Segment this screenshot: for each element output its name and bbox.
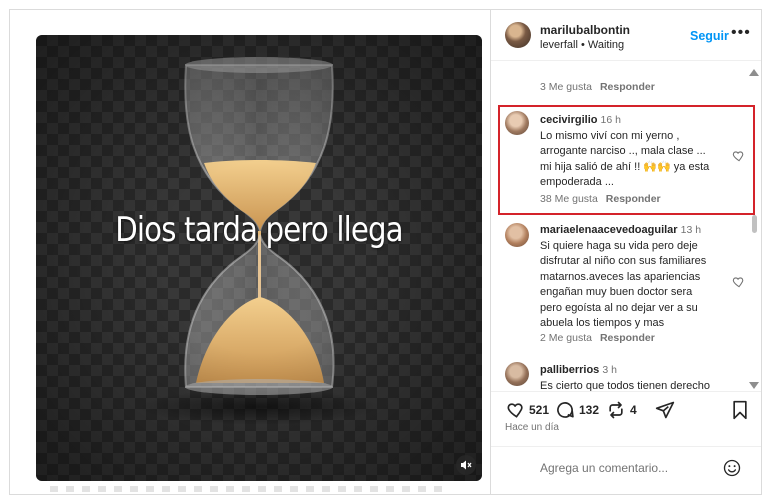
post-actions-bar: 521 132 4: [491, 394, 761, 424]
comment-time: 13 h: [680, 224, 702, 236]
scroll-down-arrow[interactable]: [749, 382, 759, 389]
comments-panel: marilubalbontin leverfall • Waiting Segu…: [490, 10, 761, 494]
mute-button[interactable]: [456, 455, 476, 475]
commenter-username[interactable]: palliberrios: [540, 364, 599, 376]
repost-icon[interactable]: [606, 400, 626, 420]
comment-time: 3 h: [602, 364, 617, 376]
reply-button[interactable]: Responder: [606, 193, 661, 205]
media-area: Dios tarda pero llega: [10, 10, 490, 494]
comment-text: Lo mismo viví con mi yerno , arrogante n…: [540, 129, 710, 189]
audio-label[interactable]: leverfall • Waiting: [540, 39, 624, 51]
likes-count[interactable]: 521: [529, 403, 549, 417]
follow-button[interactable]: Seguir: [690, 29, 729, 43]
comment-body: palliberrios 3 h Es cierto que todos tie…: [540, 363, 715, 391]
reply-button[interactable]: Responder: [600, 81, 655, 93]
comment-body: cecivirgilio 16 h Lo mismo viví con mi y…: [540, 113, 715, 191]
divider: [491, 391, 761, 392]
comment-meta: 2 Me gusta Responder: [540, 332, 655, 344]
comment-icon[interactable]: [555, 400, 575, 420]
commenter-avatar[interactable]: [505, 362, 529, 386]
post-modal: Dios tarda pero llega marilubalbontin le…: [9, 9, 762, 495]
share-action[interactable]: [655, 400, 675, 420]
heart-icon[interactable]: [505, 400, 525, 420]
like-count[interactable]: 2 Me gusta: [540, 332, 592, 344]
commenter-username[interactable]: mariaelenaacevedoaguilar: [540, 224, 678, 236]
post-video[interactable]: Dios tarda pero llega: [36, 35, 482, 481]
emoji-icon[interactable]: [723, 459, 741, 477]
comments-count[interactable]: 132: [579, 403, 599, 417]
commenter-username[interactable]: cecivirgilio: [540, 114, 597, 126]
like-count[interactable]: 3 Me gusta: [540, 81, 592, 93]
comment-text: Es cierto que todos tienen derecho: [540, 379, 711, 392]
comment-like-heart-icon[interactable]: [731, 149, 745, 163]
scroll-up-arrow[interactable]: [749, 69, 759, 76]
video-vignette: [36, 35, 482, 481]
video-caption-text: Dios tarda pero llega: [115, 210, 403, 250]
more-icon[interactable]: •••: [731, 24, 751, 42]
commenter-avatar[interactable]: [505, 223, 529, 247]
post-header: marilubalbontin leverfall • Waiting Segu…: [491, 10, 761, 60]
add-comment-input[interactable]: Agrega un comentario...: [540, 461, 720, 475]
comment-text: Si quiere haga su vida pero deje disfrut…: [540, 239, 707, 330]
previous-comment-meta: 3 Me gusta Responder: [540, 81, 655, 93]
save-action[interactable]: [731, 400, 749, 420]
media-footer-strip: [50, 486, 442, 492]
scrollbar-thumb[interactable]: [752, 215, 757, 233]
reply-button[interactable]: Responder: [600, 332, 655, 344]
commenter-avatar[interactable]: [505, 111, 529, 135]
author-username[interactable]: marilubalbontin: [540, 23, 630, 37]
comment-time: 16 h: [600, 114, 621, 126]
comment-action[interactable]: 132: [555, 400, 599, 420]
comments-list: 3 Me gusta Responder cecivirgilio 16 h Lo…: [491, 61, 761, 391]
comment-meta: 38 Me gusta Responder: [540, 193, 661, 205]
like-action[interactable]: 521: [505, 400, 549, 420]
repost-action[interactable]: 4: [606, 400, 637, 420]
post-timestamp[interactable]: Hace un día: [505, 422, 559, 433]
comment-like-heart-icon[interactable]: [731, 275, 745, 289]
reposts-count[interactable]: 4: [630, 403, 637, 417]
share-icon[interactable]: [655, 400, 675, 420]
divider: [491, 446, 761, 447]
mute-icon: [461, 460, 472, 470]
author-avatar[interactable]: [505, 22, 531, 48]
bookmark-icon[interactable]: [731, 400, 749, 420]
comment-body: mariaelenaacevedoaguilar 13 h Si quiere …: [540, 223, 715, 332]
like-count[interactable]: 38 Me gusta: [540, 193, 598, 205]
